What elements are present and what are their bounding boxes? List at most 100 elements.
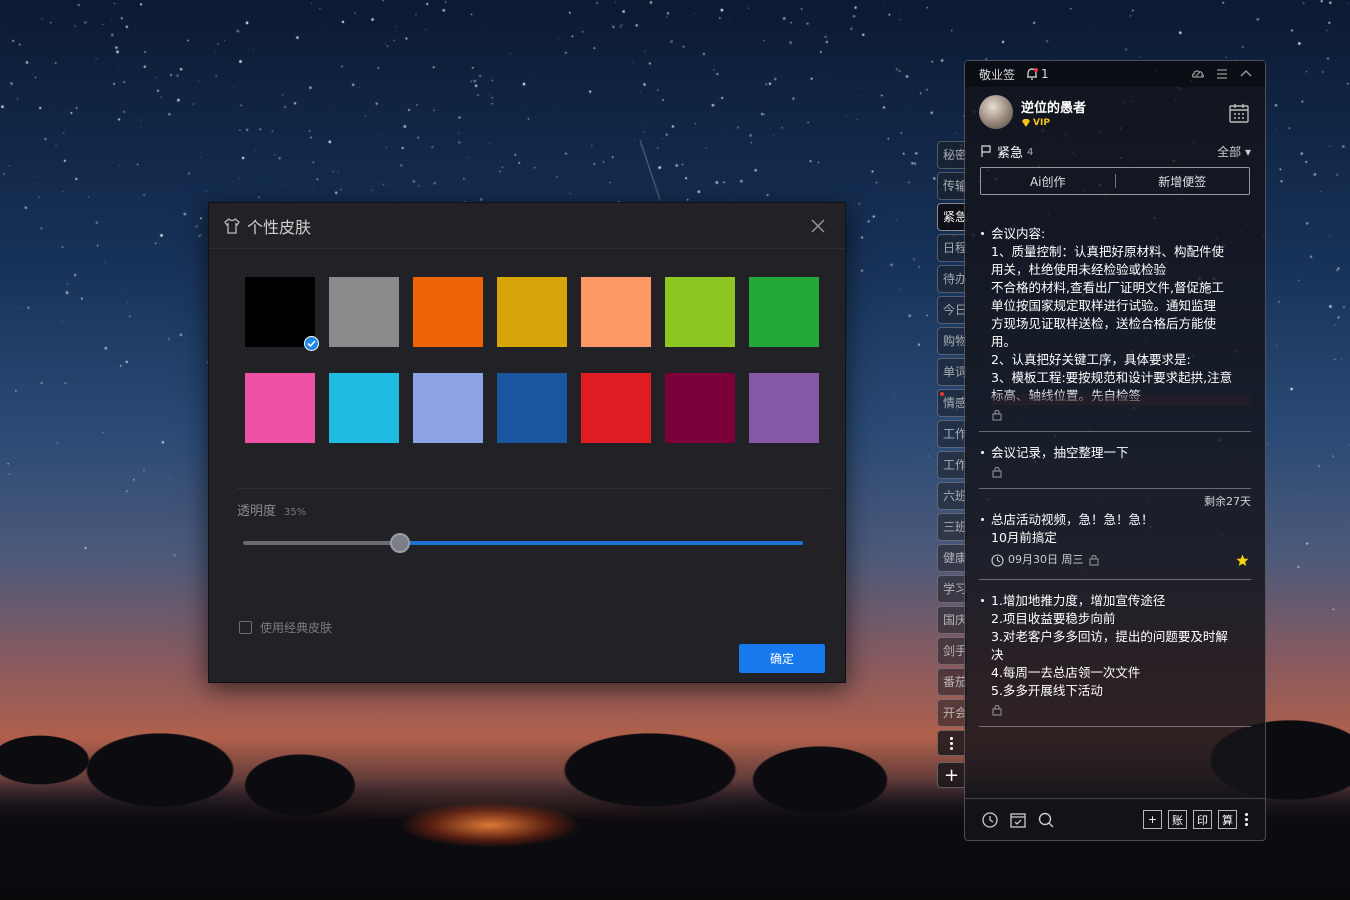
color-swatch[interactable] bbox=[497, 373, 567, 443]
lock-icon[interactable] bbox=[991, 409, 1003, 421]
app-name: 敬业签 bbox=[979, 67, 1016, 82]
avatar[interactable] bbox=[979, 95, 1013, 129]
list-item[interactable]: 会议记录，抽空整理一下 bbox=[979, 438, 1251, 489]
more-tabs-button[interactable] bbox=[937, 730, 965, 756]
color-swatch[interactable] bbox=[245, 277, 319, 351]
tab-category[interactable]: 健康 bbox=[937, 544, 967, 572]
tab-category[interactable]: 番茄 bbox=[937, 668, 967, 696]
confirm-button[interactable]: 确定 bbox=[739, 644, 825, 673]
shirt-icon bbox=[224, 217, 240, 234]
note-line: 4.每周一去总店领一次文件 bbox=[991, 665, 1141, 680]
color-swatch[interactable] bbox=[413, 373, 483, 443]
calendar-icon[interactable] bbox=[1227, 101, 1251, 125]
search-icon[interactable] bbox=[1037, 811, 1055, 829]
classic-skin-checkbox[interactable]: 使用经典皮肤 bbox=[239, 619, 332, 636]
note-text: 会议内容: 1、质量控制：认真把好原材料、构配件使 用关，杜绝使用未经检验或检验 不合… bbox=[991, 225, 1251, 405]
lock-icon[interactable] bbox=[991, 466, 1003, 478]
color-swatch[interactable] bbox=[581, 373, 651, 443]
tab-category[interactable]: 单词 bbox=[937, 358, 967, 386]
notes-panel: 敬业签 1 逆位的愚者 VIP 紧急 4 全部 ▾ Ai创作 新增便签 会议内容… bbox=[964, 60, 1266, 841]
note-line: 5.多多开展线下活动 bbox=[991, 683, 1103, 698]
toolbar-right: + 账 印 算 bbox=[1143, 810, 1249, 829]
note-line: 标高、轴线位置。先自检签 bbox=[991, 388, 1142, 403]
tab-category[interactable]: 待办 bbox=[937, 265, 967, 293]
color-swatch[interactable] bbox=[665, 373, 735, 443]
flag-icon bbox=[981, 145, 991, 157]
color-swatch[interactable] bbox=[749, 277, 819, 347]
color-swatch[interactable] bbox=[749, 373, 819, 443]
list-item[interactable]: 1.增加地推力度，增加宣传途径 2.项目收益要稳步向前 3.对老客户多多回访，提出的… bbox=[979, 586, 1251, 727]
action-bar: Ai创作 新增便签 bbox=[980, 167, 1250, 195]
note-line: 总店活动视频，急！急！急！ bbox=[991, 512, 1154, 527]
lock-icon[interactable] bbox=[991, 704, 1003, 716]
todo-icon[interactable] bbox=[1009, 811, 1027, 829]
tab-category[interactable]: 剑手 bbox=[937, 637, 967, 665]
tab-category[interactable]: 紧急 bbox=[937, 203, 967, 231]
unread-dot bbox=[940, 392, 944, 396]
tab-category[interactable]: 情感 bbox=[937, 389, 967, 417]
lock-icon[interactable] bbox=[1088, 554, 1100, 566]
list-item[interactable]: 会议内容: 1、质量控制：认真把好原材料、构配件使 用关，杜绝使用未经检验或检验 不合… bbox=[979, 219, 1251, 432]
history-icon[interactable] bbox=[981, 811, 999, 829]
color-swatch[interactable] bbox=[413, 277, 483, 347]
add-tab-button[interactable]: + bbox=[937, 762, 965, 788]
ledger-button[interactable]: 账 bbox=[1168, 810, 1187, 829]
close-icon[interactable] bbox=[809, 217, 827, 235]
tab-category[interactable]: 工作 bbox=[937, 420, 967, 448]
color-swatch[interactable] bbox=[581, 277, 651, 347]
cloud-sync-icon[interactable] bbox=[1191, 67, 1205, 81]
tab-category[interactable]: 购物 bbox=[937, 327, 967, 355]
campfire-glow bbox=[370, 780, 610, 850]
filter-dropdown[interactable]: 全部 ▾ bbox=[1217, 143, 1251, 160]
note-date: 09月30日 周三 bbox=[1008, 553, 1084, 566]
note-text: 总店活动视频，急！急！急！ 10月前搞定 bbox=[991, 511, 1251, 547]
menu-icon[interactable] bbox=[1215, 67, 1229, 81]
divider bbox=[237, 488, 831, 489]
user-text: 逆位的愚者 VIP bbox=[1013, 97, 1086, 128]
color-swatch[interactable] bbox=[665, 277, 735, 347]
dialog-title: 个性皮肤 bbox=[247, 217, 312, 237]
tab-category[interactable]: 日程 bbox=[937, 234, 967, 262]
print-button[interactable]: 印 bbox=[1193, 810, 1212, 829]
category-name: 紧急 bbox=[997, 145, 1024, 161]
color-swatch[interactable] bbox=[245, 373, 315, 443]
tab-category[interactable]: 学习 bbox=[937, 575, 967, 603]
tab-category[interactable]: 六班 bbox=[937, 482, 967, 510]
list-item[interactable]: 总店活动视频，急！急！急！ 10月前搞定 09月30日 周三 bbox=[979, 505, 1251, 580]
filter-label: 全部 bbox=[1217, 144, 1242, 159]
tab-category[interactable]: 三班 bbox=[937, 513, 967, 541]
note-line: 2、认真把好关键工序，具体要求是: bbox=[991, 352, 1191, 367]
note-line: 1.增加地推力度，增加宣传途径 bbox=[991, 593, 1166, 608]
user-name: 逆位的愚者 bbox=[1021, 100, 1087, 116]
note-line: 不合格的材料,查看出厂证明文件,督促施工 bbox=[991, 280, 1224, 295]
panel-toolbar: + 账 印 算 bbox=[965, 798, 1265, 840]
tab-category[interactable]: 秘密 bbox=[937, 141, 967, 169]
add-button[interactable]: + bbox=[1143, 810, 1162, 829]
calculator-button[interactable]: 算 bbox=[1218, 810, 1237, 829]
note-line: 会议内容: bbox=[991, 226, 1046, 241]
more-icon[interactable] bbox=[1243, 813, 1249, 826]
tab-category[interactable]: 传输 bbox=[937, 172, 967, 200]
star-icon[interactable] bbox=[1236, 554, 1249, 567]
slider-thumb[interactable] bbox=[390, 533, 410, 553]
tab-category[interactable]: 今日 bbox=[937, 296, 967, 324]
opacity-slider[interactable] bbox=[243, 533, 803, 553]
bell-count: 1 bbox=[1041, 67, 1049, 81]
color-swatch[interactable] bbox=[497, 277, 567, 347]
new-note-button[interactable]: 新增便签 bbox=[1116, 173, 1250, 190]
more-icon bbox=[949, 736, 955, 750]
tab-category[interactable]: 工作 bbox=[937, 451, 967, 479]
color-swatch[interactable] bbox=[329, 277, 399, 347]
tab-category[interactable]: 开会 bbox=[937, 699, 967, 727]
notes-list: 会议内容: 1、质量控制：认真把好原材料、构配件使 用关，杜绝使用未经检验或检验 不合… bbox=[979, 219, 1251, 727]
tab-category[interactable]: 国庆 bbox=[937, 606, 967, 634]
ai-create-button[interactable]: Ai创作 bbox=[981, 173, 1115, 190]
checkbox-box[interactable] bbox=[239, 621, 252, 634]
category-count: 4 bbox=[1027, 147, 1034, 158]
clock-icon bbox=[991, 553, 1004, 567]
vip-label: VIP bbox=[1033, 117, 1050, 128]
slider-track-filled bbox=[243, 541, 400, 545]
collapse-icon[interactable] bbox=[1239, 67, 1253, 81]
color-swatch[interactable] bbox=[329, 373, 399, 443]
bell-icon[interactable] bbox=[1025, 67, 1039, 81]
